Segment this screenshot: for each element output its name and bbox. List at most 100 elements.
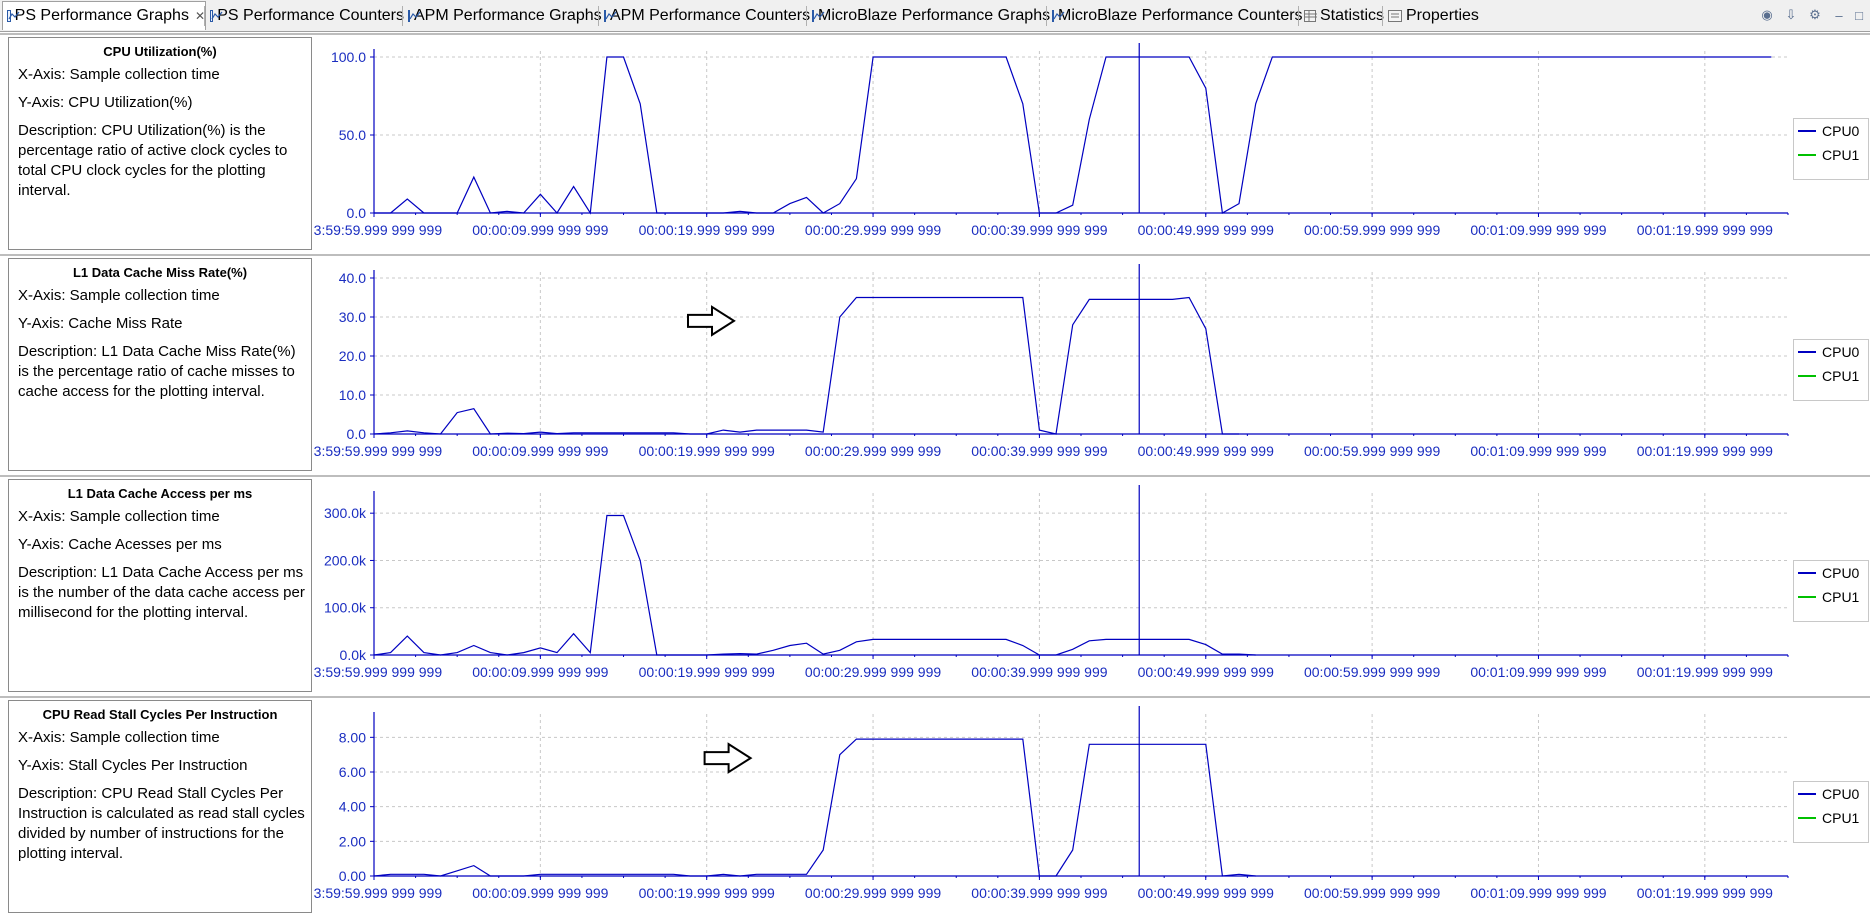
- tab-apm-performance-counters[interactable]: APM Performance Counters: [600, 3, 811, 29]
- chart-background: [314, 477, 1790, 694]
- x-tick-label: 00:00:09.999 999 999: [472, 664, 608, 680]
- y-tick-label: 100.0: [331, 49, 366, 65]
- tab-statistics[interactable]: Statistics: [1300, 3, 1384, 29]
- x-tick-label: 00:00:19.999 999 999: [639, 222, 775, 238]
- graph-icon: [604, 10, 617, 22]
- graph-description: L1 Data Cache Access per ms X-Axis: Sampl…: [8, 479, 312, 692]
- tab-separator: [402, 6, 403, 26]
- legend-label: CPU1: [1822, 147, 1860, 163]
- x-axis-info: X-Axis: Sample collection time: [18, 508, 220, 525]
- legend-item-cpu1: CPU1: [1798, 589, 1859, 605]
- chart-legend: CPU0 CPU1: [1793, 560, 1869, 622]
- y-tick-label: 300.0k: [324, 505, 367, 521]
- minimize-icon[interactable]: –: [1830, 6, 1848, 24]
- graph-icon: [7, 10, 20, 22]
- chart-legend: CPU0 CPU1: [1793, 781, 1869, 843]
- x-tick-label: 00:01:09.999 999 999: [1470, 885, 1606, 901]
- y-tick-label: 0.0: [347, 205, 367, 221]
- legend-swatch: [1798, 154, 1816, 156]
- x-tick-label: 00:00:19.999 999 999: [639, 885, 775, 901]
- x-tick-label: 00:01:09.999 999 999: [1470, 443, 1606, 459]
- y-axis-info: Y-Axis: Cache Miss Rate: [18, 315, 183, 332]
- x-tick-label: 00:01:19.999 999 999: [1637, 664, 1773, 680]
- y-tick-label: 200.0k: [324, 552, 367, 568]
- graph-panel-cpu-read-stall-cycles-per-instruction: CPU Read Stall Cycles Per Instruction X-A…: [0, 696, 1870, 917]
- y-axis-info: Y-Axis: CPU Utilization(%): [18, 94, 193, 111]
- x-tick-label: 00:00:49.999 999 999: [1138, 664, 1274, 680]
- y-tick-label: 100.0k: [324, 600, 367, 616]
- x-tick-label: 00:01:19.999 999 999: [1637, 222, 1773, 238]
- tab-microblaze-performance-counters[interactable]: MicroBlaze Performance Counters: [1048, 3, 1303, 29]
- y-tick-label: 8.00: [339, 729, 366, 745]
- chart-cpu-utilization[interactable]: 0.0 50.0 100.0 23:59:59.999 999 999 00:00:09…: [314, 35, 1790, 252]
- tab-separator: [204, 6, 205, 26]
- x-tick-label: 00:00:29.999 999 999: [805, 222, 941, 238]
- chart-background: [314, 256, 1790, 473]
- legend-label: CPU0: [1822, 786, 1860, 802]
- legend-label: CPU1: [1822, 589, 1860, 605]
- x-tick-label: 23:59:59.999 999 999: [314, 885, 442, 901]
- graph-title: L1 Data Cache Miss Rate(%): [72, 265, 248, 280]
- tab-apm-performance-graphs[interactable]: APM Performance Graphs: [404, 3, 602, 29]
- tab-label: PS Performance Graphs: [14, 7, 189, 24]
- legend-item-cpu0: CPU0: [1798, 344, 1859, 360]
- x-tick-label: 00:00:09.999 999 999: [472, 443, 608, 459]
- x-tick-label: 00:00:29.999 999 999: [805, 443, 941, 459]
- y-axis-info: Y-Axis: Cache Acesses per ms: [18, 536, 222, 553]
- graph-title: L1 Data Cache Access per ms: [67, 486, 253, 501]
- x-tick-label: 00:01:09.999 999 999: [1470, 222, 1606, 238]
- y-tick-label: 2.00: [339, 833, 366, 849]
- chart-cpu-read-stall-cycles-per-instruction[interactable]: 0.00 2.00 4.00 6.00 8.00 23:59:59.999 999 999…: [314, 698, 1790, 915]
- x-tick-label: 00:00:39.999 999 999: [971, 222, 1107, 238]
- chart-l1-data-cache-access-per-ms[interactable]: 0.0k 100.0k 200.0k 300.0k 23:59:59.999 999 9…: [314, 477, 1790, 694]
- description-text: Description: CPU Read Stall Cycles Per I…: [18, 785, 305, 862]
- legend-item-cpu1: CPU1: [1798, 810, 1859, 826]
- tab-label: APM Performance Graphs: [414, 7, 602, 24]
- y-tick-label: 0.00: [339, 868, 366, 884]
- view-tab-bar: PS Performance Graphs ✕ PS Performance Cou…: [0, 0, 1870, 32]
- y-tick-label: 20.0: [339, 348, 366, 364]
- description-text: Description: L1 Data Cache Miss Rate(%) …: [18, 343, 296, 400]
- graph-title: CPU Read Stall Cycles Per Instruction: [42, 707, 278, 722]
- x-tick-label: 00:00:59.999 999 999: [1304, 443, 1440, 459]
- tab-properties[interactable]: Properties: [1384, 3, 1484, 29]
- x-tick-label: 00:00:19.999 999 999: [639, 664, 775, 680]
- legend-item-cpu1: CPU1: [1798, 147, 1859, 163]
- tab-microblaze-performance-graphs[interactable]: MicroBlaze Performance Graphs: [808, 3, 1050, 29]
- tab-separator: [1382, 6, 1383, 26]
- legend-item-cpu1: CPU1: [1798, 368, 1859, 384]
- tab-label: APM Performance Counters: [610, 7, 811, 24]
- tab-ps-performance-counters[interactable]: PS Performance Counters: [206, 3, 404, 29]
- legend-swatch: [1798, 130, 1816, 132]
- eye-icon[interactable]: ◉: [1758, 6, 1776, 24]
- x-tick-label: 23:59:59.999 999 999: [314, 222, 442, 238]
- legend-swatch: [1798, 817, 1816, 819]
- graph-description: CPU Utilization(%) X-Axis: Sample collect…: [8, 37, 312, 250]
- y-axis-info: Y-Axis: Stall Cycles Per Instruction: [18, 757, 248, 774]
- x-tick-label: 00:00:29.999 999 999: [805, 664, 941, 680]
- tab-ps-performance-graphs[interactable]: PS Performance Graphs ✕: [2, 1, 206, 30]
- tab-label: MicroBlaze Performance Counters: [1058, 7, 1303, 24]
- x-tick-label: 00:00:59.999 999 999: [1304, 222, 1440, 238]
- legend-label: CPU0: [1822, 565, 1860, 581]
- chart-background: [314, 35, 1790, 252]
- legend-swatch: [1798, 596, 1816, 598]
- export-icon[interactable]: ⇩: [1782, 6, 1800, 24]
- x-axis-info: X-Axis: Sample collection time: [18, 66, 220, 83]
- settings-icon[interactable]: ⚙: [1806, 6, 1824, 24]
- x-axis-info: X-Axis: Sample collection time: [18, 729, 220, 746]
- legend-label: CPU1: [1822, 368, 1860, 384]
- x-tick-label: 23:59:59.999 999 999: [314, 443, 442, 459]
- graph-description: L1 Data Cache Miss Rate(%) X-Axis: Sample…: [8, 258, 312, 471]
- y-tick-label: 50.0: [339, 127, 366, 143]
- x-tick-label: 00:00:09.999 999 999: [472, 885, 608, 901]
- graph-icon: [408, 10, 421, 22]
- maximize-icon[interactable]: □: [1850, 6, 1868, 24]
- description-text: Description: CPU Utilization(%) is the p…: [18, 122, 288, 199]
- x-tick-label: 00:00:19.999 999 999: [639, 443, 775, 459]
- x-tick-label: 00:00:39.999 999 999: [971, 664, 1107, 680]
- tab-label: Properties: [1406, 7, 1479, 24]
- chart-l1-data-cache-miss-rate[interactable]: 0.0 10.0 20.0 30.0 40.0 23:59:59.999 999 999 0…: [314, 256, 1790, 473]
- legend-swatch: [1798, 375, 1816, 377]
- tab-label: PS Performance Counters: [217, 7, 404, 24]
